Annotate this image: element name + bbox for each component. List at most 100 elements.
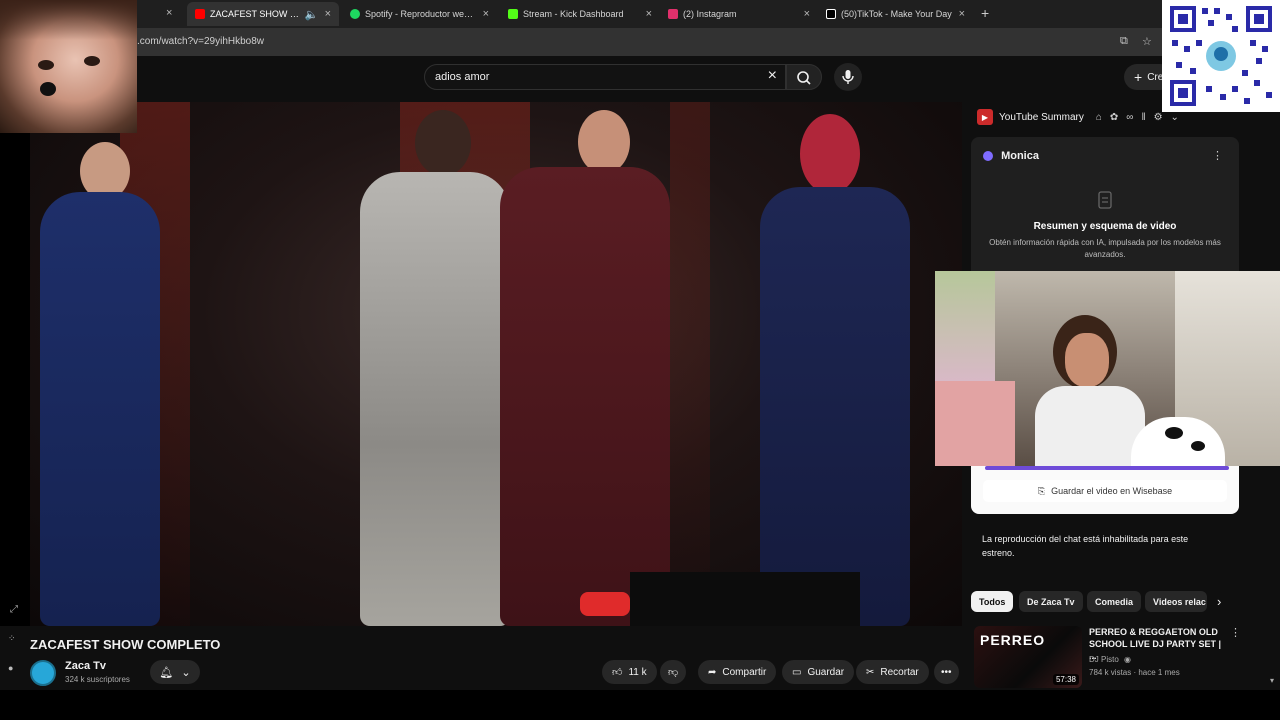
video-title: ZACAFEST SHOW COMPLETO: [30, 637, 221, 652]
performer-blue-suit: [40, 192, 160, 626]
channel-avatar[interactable]: [30, 660, 56, 686]
notification-bell-button[interactable]: 🔔︎ ⌄: [150, 660, 200, 684]
address-bar[interactable]: .com/watch?v=29yihHkbo8w ⧉ ☆: [0, 28, 1280, 56]
tab-youtube[interactable]: ZACAFEST SHOW COMPLET 🔈 ×: [187, 2, 339, 26]
close-icon[interactable]: ×: [325, 8, 331, 20]
microphone-piece: [40, 82, 56, 96]
tab-title: Stream - Kick Dashboard: [523, 9, 624, 19]
more-vertical-icon[interactable]: ⋮: [1212, 149, 1223, 162]
monica-name: Monica: [1001, 150, 1039, 162]
tab-tiktok[interactable]: (50)TikTok - Make Your Day ×: [818, 2, 973, 26]
close-icon[interactable]: ×: [483, 8, 489, 20]
spotify-icon: [350, 9, 360, 19]
gear-icon[interactable]: ⚙: [1154, 112, 1163, 123]
scroll-down-icon[interactable]: ▾: [1270, 676, 1274, 685]
more-vertical-icon[interactable]: ⋮: [1230, 626, 1241, 639]
youtube-icon: [195, 9, 205, 19]
bed: [935, 381, 1015, 466]
bookmark-star-icon[interactable]: ☆: [1142, 35, 1152, 48]
person-shirt: [1035, 386, 1145, 466]
recommended-thumbnail[interactable]: PERREO 57:38: [974, 626, 1082, 688]
share-icon: ➦: [708, 666, 717, 678]
chevron-down-icon: ⌄: [181, 666, 191, 679]
recommended-meta: 784 k vistas · hace 1 mes: [1089, 668, 1180, 677]
share-label: Compartir: [722, 666, 767, 678]
youtube-header: adios amor × + Cre: [0, 56, 1280, 100]
extension-name: YouTube Summary: [999, 111, 1084, 123]
chip-related[interactable]: Videos relac: [1145, 591, 1207, 612]
monica-icon[interactable]: ●: [8, 663, 13, 673]
clip-label: Recortar: [880, 666, 919, 678]
share-button[interactable]: ➦ Compartir: [698, 660, 777, 684]
recommended-channel[interactable]: DJ Pisto ◉: [1089, 655, 1131, 664]
performer-head: [578, 110, 630, 174]
hanging-clothes: [935, 271, 995, 381]
like-button[interactable]: 👍︎ 11 k: [602, 660, 657, 684]
tab-spotify[interactable]: Spotify - Reproductor web: mú ×: [342, 2, 497, 26]
close-icon[interactable]: ×: [804, 8, 810, 20]
voice-search-button[interactable]: [834, 63, 862, 91]
speaker-icon[interactable]: 🔈: [305, 8, 319, 21]
browser-tab-bar: ZACAFEST SHOW COMPLET 🔈 × × Spotify - Re…: [0, 0, 1280, 28]
clip-button[interactable]: ✂ Recortar: [856, 660, 929, 684]
qr-code: [1162, 0, 1280, 112]
chip-all[interactable]: Todos: [971, 591, 1014, 612]
close-icon[interactable]: ×: [166, 7, 172, 19]
video-frame: [30, 102, 962, 626]
install-icon[interactable]: ⧉: [1120, 35, 1128, 48]
openai-icon[interactable]: ✿: [1110, 112, 1118, 123]
chip-comedy[interactable]: Comedia: [1087, 591, 1142, 612]
eye-left: [38, 60, 54, 70]
audio-wave-icon[interactable]: ǁ: [1141, 112, 1145, 123]
recommended-channel-name: DJ Pisto: [1089, 655, 1119, 664]
plush-spot: [1165, 427, 1183, 439]
webcam-overlay-right: [935, 271, 1280, 466]
more-actions-button[interactable]: •••: [934, 660, 959, 684]
chip-from-channel[interactable]: De Zaca Tv: [1019, 591, 1083, 612]
chevron-right-icon[interactable]: ›: [1217, 594, 1221, 609]
search-query[interactable]: adios amor: [435, 71, 489, 83]
dislike-button[interactable]: 👎︎: [660, 660, 687, 684]
plus-icon: +: [1134, 69, 1143, 85]
tiktok-icon: [826, 9, 836, 19]
thumbs-down-icon: 👎︎: [668, 667, 679, 678]
search-button[interactable]: [786, 64, 822, 90]
video-player[interactable]: ⤢: [0, 102, 962, 626]
bookmark-icon: ⎘: [1037, 485, 1046, 496]
url-text[interactable]: .com/watch?v=29yihHkbo8w: [137, 36, 264, 47]
scissors-icon: ✂: [866, 666, 875, 678]
new-tab-button[interactable]: +: [981, 5, 989, 21]
screen: ZACAFEST SHOW COMPLET 🔈 × × Spotify - Re…: [0, 0, 1280, 720]
stage-monitor: [630, 572, 860, 626]
save-label: Guardar: [807, 666, 845, 678]
performer-navy-dress: [760, 187, 910, 626]
monica-title: Monica: [983, 150, 1039, 162]
chat-disabled-message: La reproducción del chat está inhabilita…: [982, 534, 1189, 558]
clear-search-icon[interactable]: ×: [768, 67, 777, 85]
miniplayer-icon[interactable]: ⤢: [10, 604, 18, 615]
glasses-icon[interactable]: ∞: [1126, 112, 1133, 123]
wisebase-label: Guardar el video en Wisebase: [1051, 486, 1173, 496]
document-icon: [1098, 191, 1112, 209]
subscriber-count: 324 k suscriptores: [65, 675, 130, 684]
settings-dots-icon[interactable]: ⁘: [8, 633, 16, 644]
robot-icon[interactable]: ⌂: [1096, 112, 1102, 123]
close-icon[interactable]: ×: [959, 8, 965, 20]
search-input[interactable]: adios amor ×: [424, 64, 786, 90]
save-button[interactable]: ▭ Guardar: [782, 660, 855, 684]
youtube-summary-logo-icon: ▶: [977, 109, 993, 125]
tab-kick[interactable]: Stream - Kick Dashboard ×: [500, 2, 660, 26]
tab-instagram[interactable]: (2) Instagram ×: [660, 2, 818, 26]
bottom-black-strip: [0, 690, 1280, 720]
close-icon[interactable]: ×: [646, 8, 652, 20]
save-to-wisebase-button[interactable]: ⎘ Guardar el video en Wisebase: [983, 480, 1227, 502]
microphone-icon: [842, 70, 854, 84]
verified-icon: ◉: [1124, 655, 1132, 664]
chevron-down-icon[interactable]: ⌄: [1171, 112, 1179, 123]
stage-curtain: [670, 102, 710, 626]
save-icon: ▭: [792, 666, 802, 678]
performer-head: [800, 114, 860, 194]
summary-description: Obtén información rápida con IA, impulsa…: [989, 238, 1221, 259]
webcam-overlay-top: [0, 0, 137, 133]
channel-name[interactable]: Zaca Tv: [65, 660, 106, 672]
